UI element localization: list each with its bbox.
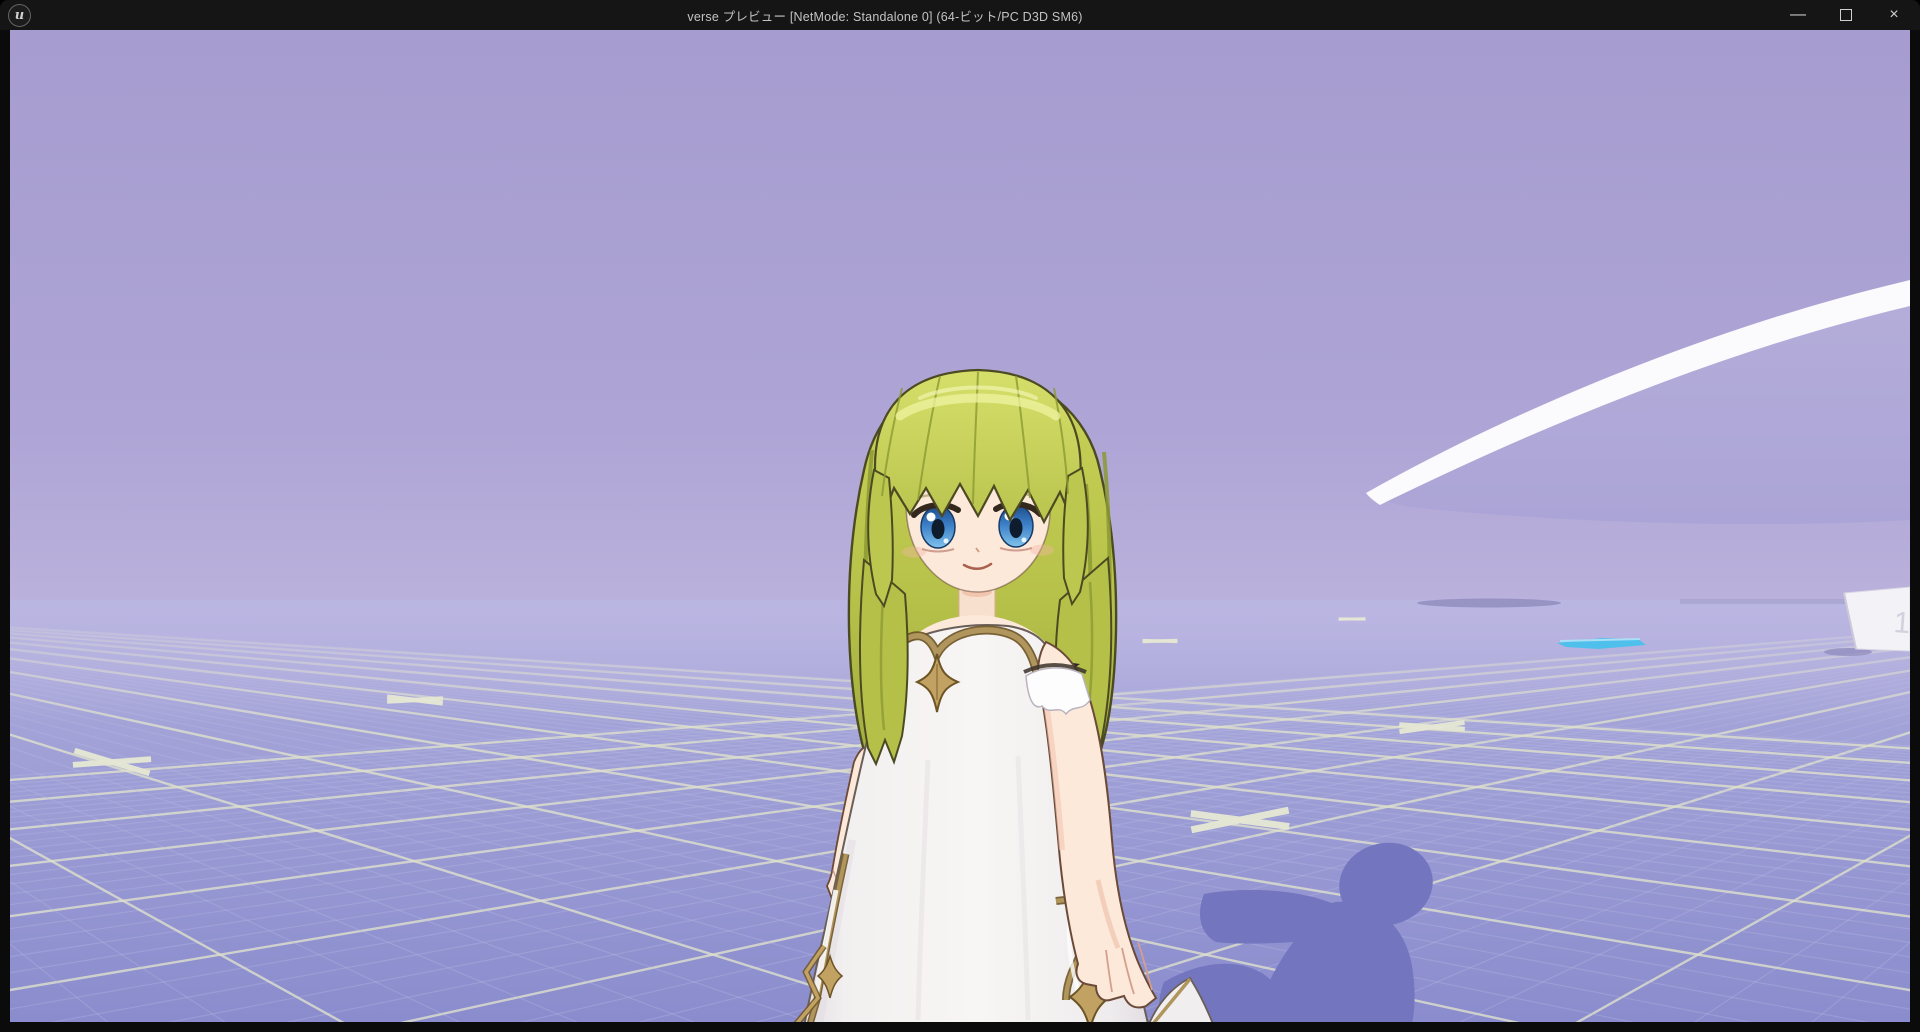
window-title: verse プレビュー [NetMode: Standalone 0] (64-… — [40, 6, 1730, 25]
unreal-logo-icon: u — [8, 4, 31, 27]
maximize-icon — [1840, 9, 1852, 21]
grid-cross — [1143, 640, 1178, 641]
grid-cross — [1339, 619, 1366, 620]
cube-label: 1 — [1893, 606, 1910, 640]
window-controls: — × — [1774, 0, 1918, 30]
close-button[interactable]: × — [1870, 0, 1918, 30]
ue-preview-window: u verse プレビュー [NetMode: Standalone 0] (6… — [0, 0, 1920, 1032]
maximize-button[interactable] — [1822, 0, 1870, 30]
close-icon: × — [1889, 7, 1898, 23]
grid-cross — [387, 699, 443, 702]
game-scene: 1 — [10, 30, 1910, 1022]
minimize-button[interactable]: — — [1774, 0, 1822, 30]
title-bar[interactable]: u verse プレビュー [NetMode: Standalone 0] (6… — [0, 0, 1920, 30]
game-viewport[interactable]: 1 — [0, 30, 1920, 1032]
minimize-icon: — — [1790, 7, 1806, 23]
horizon-shadow-smudge — [1417, 599, 1561, 608]
